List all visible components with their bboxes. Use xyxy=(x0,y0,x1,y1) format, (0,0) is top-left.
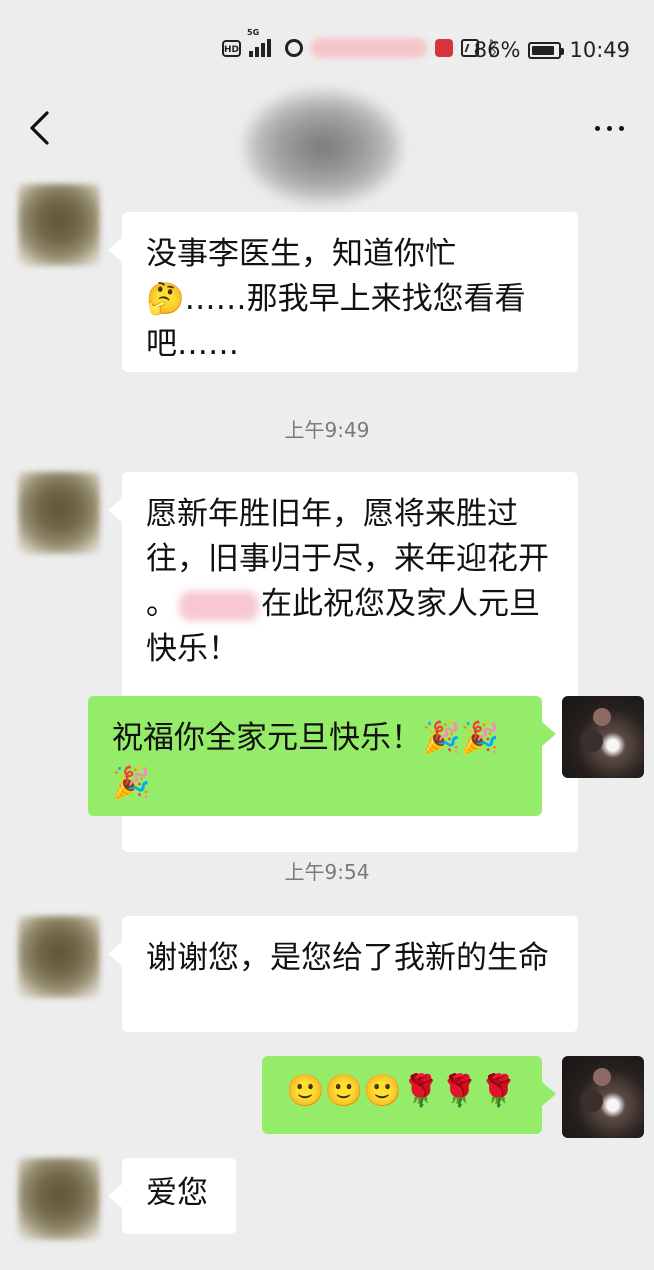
network-type-label: 5G xyxy=(247,28,260,37)
message-text: 没事李医生，知道你忙🤔……那我早上来找您看看吧…… xyxy=(146,236,526,362)
message-bubble-incoming[interactable]: 谢谢您，是您给了我新的生命 xyxy=(108,916,578,1032)
timestamp: 上午9:54 xyxy=(284,860,370,884)
clock: 10:49 xyxy=(569,38,630,62)
status-redacted-icons xyxy=(311,38,427,58)
signal-icon: 5G xyxy=(247,28,277,57)
contact-avatar[interactable] xyxy=(18,1158,100,1240)
my-avatar[interactable] xyxy=(562,696,644,778)
status-icons-left: HD 5G ᛒ xyxy=(222,28,499,58)
timestamp: 上午9:49 xyxy=(284,418,370,442)
message-list[interactable]: 没事李医生，知道你忙🤔……那我早上来找您看看吧…… 上午9:49 愿新年胜旧年，… xyxy=(0,178,654,1270)
battery-icon xyxy=(528,41,565,59)
app-icon xyxy=(435,39,453,57)
battery-fill xyxy=(532,45,555,55)
contact-avatar[interactable] xyxy=(18,916,100,998)
wifi-icon xyxy=(285,39,303,57)
contact-avatar[interactable] xyxy=(18,472,100,554)
chevron-left-icon xyxy=(30,111,49,145)
message-bubble-incoming[interactable]: 爱您 xyxy=(108,1158,236,1234)
message-text: 爱您 xyxy=(146,1175,208,1211)
status-right-group: 86% 10:49 xyxy=(474,38,630,62)
message-bubble-outgoing[interactable]: 祝福你全家元旦快乐！🎉🎉🎉 xyxy=(88,696,556,816)
message-bubble-outgoing[interactable]: 🙂🙂🙂🌹🌹🌹 xyxy=(262,1056,556,1134)
more-horizontal-icon xyxy=(594,125,624,131)
contact-avatar[interactable] xyxy=(18,184,100,266)
message-text: 🙂🙂🙂🌹🌹🌹 xyxy=(286,1073,518,1109)
message-bubble-incoming[interactable]: 没事李医生，知道你忙🤔……那我早上来找您看看吧…… xyxy=(108,212,578,372)
status-bar: HD 5G ᛒ 86% 10:49 xyxy=(0,28,654,74)
hd-icon: HD xyxy=(222,39,241,57)
message-text: 谢谢您，是您给了我新的生命 xyxy=(146,940,549,976)
more-button[interactable] xyxy=(582,105,636,151)
back-button[interactable] xyxy=(16,102,62,154)
redacted-name xyxy=(179,590,259,621)
message-text: 祝福你全家元旦快乐！🎉🎉🎉 xyxy=(112,720,500,801)
battery-percent: 86% xyxy=(473,38,521,62)
my-avatar[interactable] xyxy=(562,1056,644,1138)
chat-header xyxy=(0,92,654,202)
